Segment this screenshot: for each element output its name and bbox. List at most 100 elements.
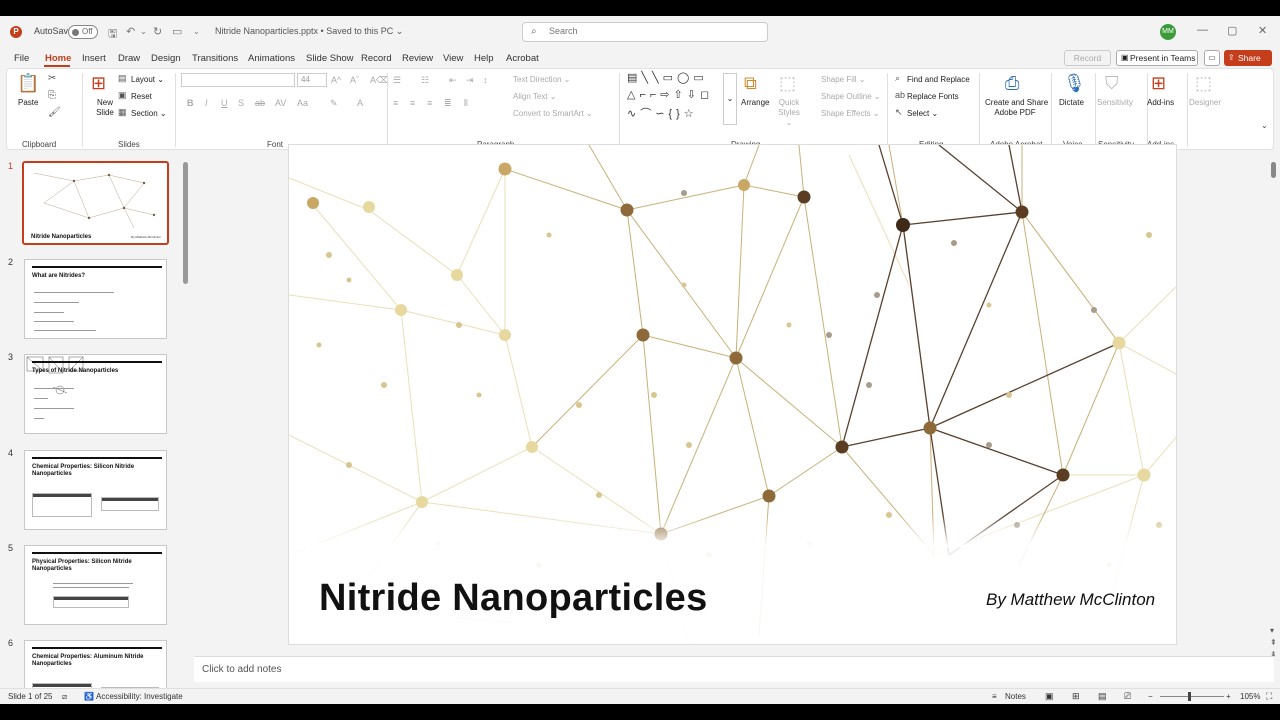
tab-record[interactable]: Record	[361, 53, 392, 64]
slide-thumbnail-2[interactable]: What are Nitrides?	[24, 259, 167, 339]
cut-icon[interactable]: ✂	[48, 73, 56, 84]
previous-slide-icon[interactable]: ⇞	[1270, 638, 1277, 647]
customize-toolbar-icon[interactable]: ⌄	[193, 27, 200, 36]
paste-button[interactable]: Paste	[18, 98, 38, 107]
slide-canvas[interactable]: Nitride Nanoparticles By Matthew McClint…	[288, 144, 1177, 645]
spelling-icon[interactable]: ⧄	[62, 692, 67, 702]
new-slide-icon[interactable]: ⊞	[91, 73, 106, 94]
undo-dropdown-icon[interactable]: ⌄	[140, 27, 147, 36]
replace-fonts-button[interactable]: Replace Fonts	[907, 92, 959, 101]
slide-thumbnail-5[interactable]: Physical Properties: Silicon Nitride Nan…	[24, 545, 167, 625]
increase-font-icon[interactable]: A^	[331, 75, 341, 85]
user-avatar[interactable]: MM	[1160, 24, 1176, 40]
reset-button[interactable]: Reset	[131, 92, 152, 101]
zoom-level[interactable]: 105%	[1240, 692, 1260, 701]
zoom-slider[interactable]	[1160, 696, 1224, 697]
create-share-pdf-line2[interactable]: Adobe PDF	[985, 108, 1045, 117]
character-spacing-icon[interactable]: AV	[275, 98, 286, 108]
minimize-icon[interactable]: —	[1197, 24, 1208, 36]
present-in-teams-button[interactable]: ▣ Present in Teams	[1116, 50, 1198, 66]
arrange-button[interactable]: Arrange	[741, 98, 769, 107]
document-title[interactable]: Nitride Nanoparticles.pptx • Saved to th…	[215, 26, 403, 37]
undo-icon[interactable]: ↶	[126, 25, 135, 38]
find-and-replace-button[interactable]: Find and Replace	[907, 75, 970, 84]
new-slide-button[interactable]: New Slide	[90, 98, 120, 118]
shape-effects-button[interactable]: Shape Effects ⌄	[821, 109, 880, 118]
thumbnails-scrollbar[interactable]	[183, 162, 188, 284]
font-size-box[interactable]: 44	[297, 73, 327, 87]
accessibility-status[interactable]: Accessibility: Investigate	[96, 692, 183, 701]
shadow-icon[interactable]: S	[238, 98, 244, 108]
slideshow-view-icon[interactable]: ⎚	[1124, 691, 1131, 702]
shape-fill-button[interactable]: Shape Fill ⌄	[821, 75, 866, 84]
comments-button[interactable]: ▭	[1204, 50, 1220, 66]
shapes-gallery-row-2[interactable]: △⌐⌐⇨⇧⇩◻	[627, 88, 713, 101]
share-button[interactable]: ⇪ Share	[1224, 50, 1272, 66]
highlight-icon[interactable]: ✎	[330, 98, 338, 109]
present-from-start-icon[interactable]: ▭	[172, 25, 182, 38]
slide-sorter-icon[interactable]: ⊞	[1072, 691, 1080, 702]
paste-icon[interactable]: 📋	[17, 73, 39, 94]
zoom-slider-thumb[interactable]	[1188, 692, 1191, 701]
underline-icon[interactable]: U	[221, 98, 228, 108]
tab-slide-show[interactable]: Slide Show	[306, 53, 354, 64]
canvas-scrollbar[interactable]: ▾ ⇞ ⇟	[1268, 150, 1280, 678]
convert-smartart-button[interactable]: Convert to SmartArt ⌄	[513, 109, 593, 118]
close-icon[interactable]: ✕	[1258, 24, 1267, 37]
increase-indent-icon[interactable]: ⇥	[466, 75, 474, 86]
justify-icon[interactable]: ≣	[444, 98, 452, 109]
shapes-gallery-row-1[interactable]: ▤╲╲▭◯▭	[627, 71, 708, 84]
copy-icon[interactable]: ⎘	[48, 90, 56, 101]
slide-subtitle[interactable]: By Matthew McClinton	[986, 590, 1155, 610]
dictate-button[interactable]: Dictate	[1059, 98, 1084, 107]
create-share-pdf-line1[interactable]: Create and Share	[985, 98, 1048, 107]
align-center-icon[interactable]: ≡	[410, 98, 415, 108]
quick-styles-button[interactable]: Quick Styles ⌄	[774, 98, 804, 128]
autosave-toggle[interactable]: Off	[68, 25, 98, 39]
sensitivity-button[interactable]: Sensitivity	[1097, 98, 1133, 107]
font-name-box[interactable]	[181, 73, 295, 87]
redo-icon[interactable]: ↻	[153, 25, 162, 38]
quick-styles-icon[interactable]: ⬚	[779, 73, 796, 94]
format-painter-icon[interactable]: 🖌	[48, 107, 61, 118]
normal-view-icon[interactable]: ▣	[1045, 691, 1054, 702]
change-case-icon[interactable]: Aa	[297, 98, 308, 108]
tab-draw[interactable]: Draw	[118, 53, 140, 64]
tab-home[interactable]: Home	[45, 53, 71, 64]
tab-acrobat[interactable]: Acrobat	[506, 53, 539, 64]
notes-icon[interactable]: ≡	[992, 692, 997, 701]
add-ins-icon[interactable]: ⊞	[1151, 73, 1166, 94]
section-button[interactable]: Section ⌄	[131, 109, 167, 118]
italic-icon[interactable]: I	[205, 98, 208, 108]
tab-review[interactable]: Review	[402, 53, 433, 64]
clear-formatting-icon[interactable]: A⌫	[370, 75, 389, 86]
align-text-button[interactable]: Align Text ⌄	[513, 92, 556, 101]
slide-thumbnail-4[interactable]: Chemical Properties: Silicon Nitride Nan…	[24, 450, 167, 530]
restore-icon[interactable]: ▢	[1227, 24, 1237, 37]
align-left-icon[interactable]: ≡	[393, 98, 398, 108]
adobe-pdf-icon[interactable]: ⎙	[1005, 73, 1019, 94]
bullets-icon[interactable]: ☰	[393, 75, 401, 86]
notes-pane[interactable]: Click to add notes	[194, 656, 1274, 682]
text-direction-button[interactable]: Text Direction ⌄	[513, 75, 570, 84]
tab-animations[interactable]: Animations	[248, 53, 295, 64]
reading-view-icon[interactable]: ▤	[1098, 691, 1107, 702]
bold-icon[interactable]: B	[187, 98, 194, 108]
align-right-icon[interactable]: ≡	[427, 98, 432, 108]
collapse-ribbon-icon[interactable]: ⌄	[1261, 121, 1268, 130]
notes-toggle[interactable]: Notes	[1005, 692, 1026, 701]
slide-title[interactable]: Nitride Nanoparticles	[319, 577, 708, 620]
slide-thumbnail-3[interactable]: Types of Nitride Nanoparticles	[24, 354, 167, 434]
zoom-out-icon[interactable]: −	[1148, 692, 1153, 701]
select-button[interactable]: Select ⌄	[907, 109, 938, 118]
notes-placeholder[interactable]: Click to add notes	[202, 664, 282, 675]
designer-button[interactable]: Designer	[1189, 98, 1221, 107]
search-input[interactable]	[549, 26, 749, 36]
layout-button[interactable]: Layout ⌄	[131, 75, 164, 84]
canvas-scrollbar-thumb[interactable]	[1271, 162, 1276, 178]
decrease-indent-icon[interactable]: ⇤	[449, 75, 457, 86]
add-ins-button[interactable]: Add-ins	[1147, 98, 1174, 107]
slide-thumbnail-1[interactable]: Nitride Nanoparticles By Matthew McClint…	[22, 161, 169, 245]
tab-insert[interactable]: Insert	[82, 53, 106, 64]
tab-transitions[interactable]: Transitions	[192, 53, 238, 64]
